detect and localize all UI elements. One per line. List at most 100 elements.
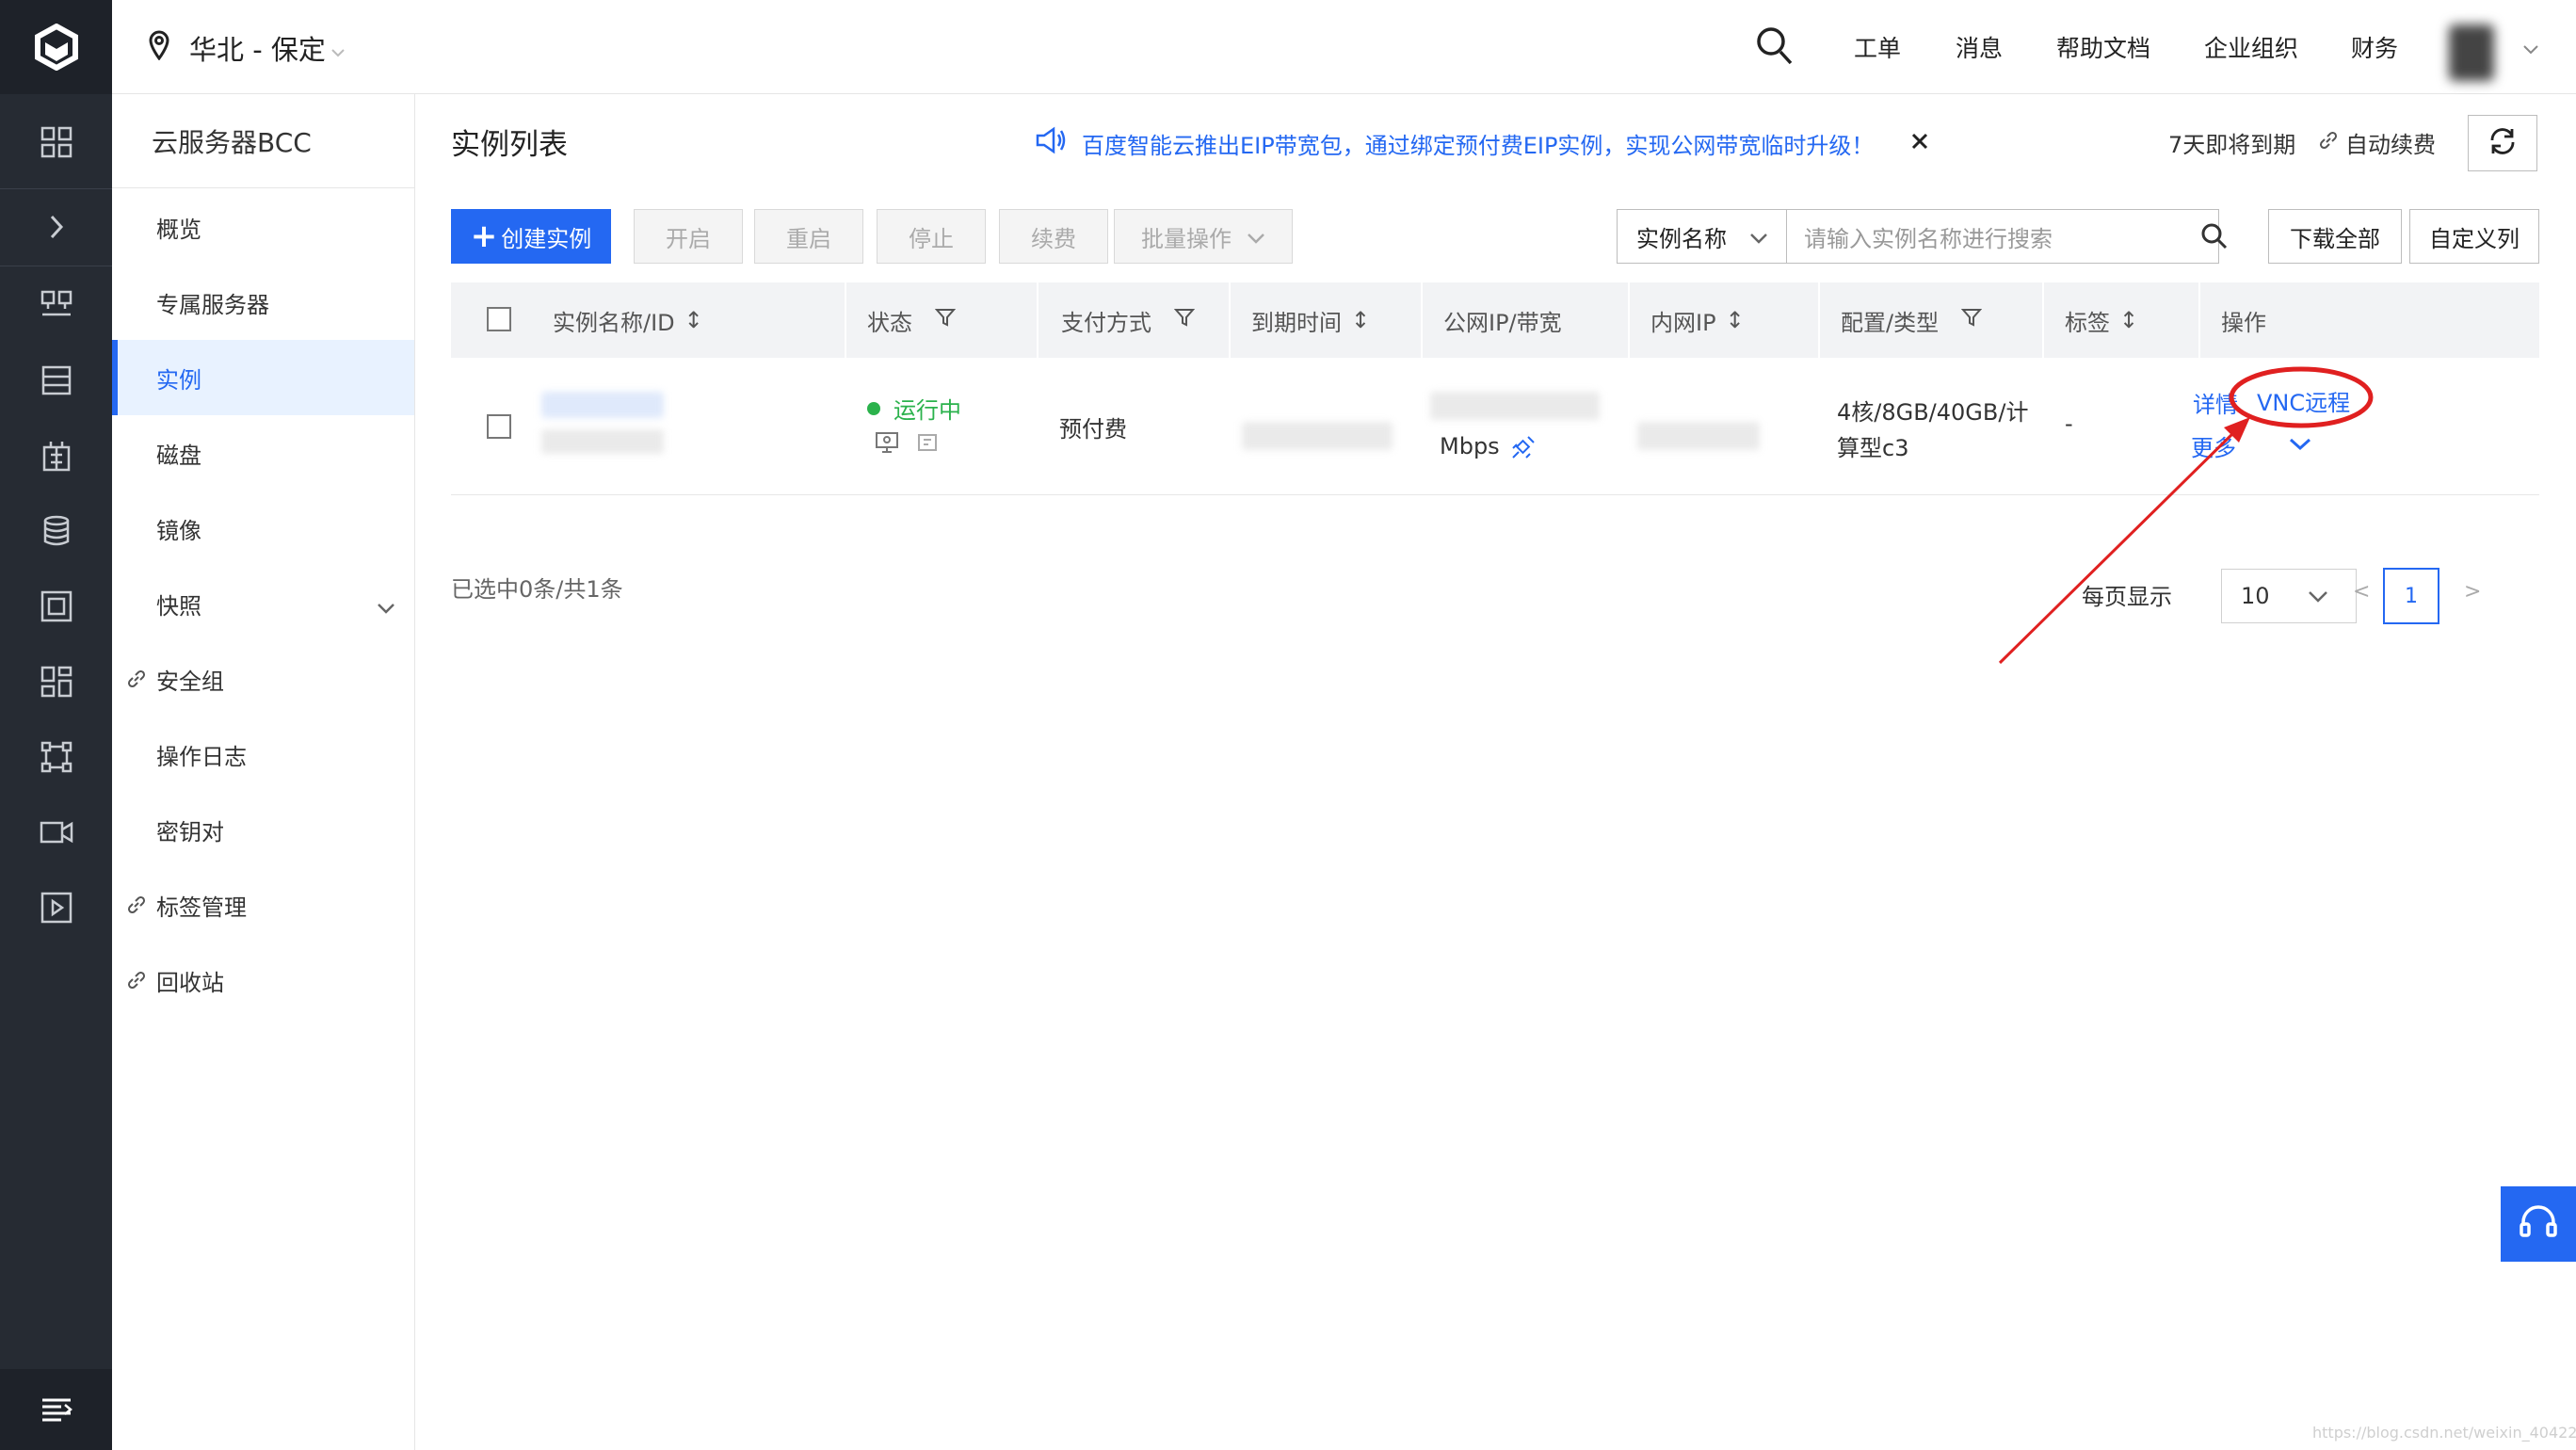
sort-icon: ↕	[1351, 307, 1371, 333]
close-icon[interactable]	[1910, 132, 1929, 154]
col-label: 配置/类型	[1841, 309, 1940, 336]
create-instance-button[interactable]: + 创建实例	[451, 209, 611, 264]
search-icon[interactable]	[2200, 222, 2229, 254]
monitor-icon[interactable]	[875, 431, 899, 458]
nav-messages[interactable]: 消息	[1956, 30, 2003, 64]
col-label: 到期时间	[1251, 309, 1342, 336]
nav-organization[interactable]: 企业组织	[2204, 30, 2298, 64]
customer-service-button[interactable]	[2501, 1186, 2576, 1262]
more-actions-link[interactable]: 更多	[2191, 429, 2236, 462]
sidebar-item-disk[interactable]: 磁盘	[112, 415, 414, 491]
sidebar-item-security-group[interactable]: 安全组	[112, 641, 414, 717]
nav-finance[interactable]: 财务	[2351, 30, 2398, 64]
col-payment[interactable]: 支付方式	[1061, 282, 1196, 358]
vnc-remote-link[interactable]: VNC远程	[2257, 384, 2350, 417]
sidebar-item-label: 快照	[156, 592, 201, 620]
frame-icon[interactable]	[36, 586, 77, 627]
batch-operation-button[interactable]: 批量操作	[1114, 209, 1293, 264]
chevron-down-icon[interactable]	[2522, 41, 2539, 59]
prev-page-button[interactable]: <	[2353, 580, 2370, 604]
sidebar-item-image[interactable]: 镜像	[112, 491, 414, 566]
announcement-text: 百度智能云推出EIP带宽包，通过绑定预付费EIP实例，实现公网带宽临时升级！	[1082, 132, 1875, 159]
search-icon[interactable]	[1756, 26, 1794, 70]
start-button[interactable]: 开启	[634, 209, 743, 264]
per-page-select[interactable]: 10	[2221, 569, 2357, 623]
modules-icon[interactable]	[36, 661, 77, 702]
select-all-checkbox[interactable]	[487, 307, 511, 331]
status-text: 运行中	[894, 397, 961, 424]
restart-button[interactable]: 重启	[754, 209, 863, 264]
col-label: 内网IP	[1650, 309, 1716, 336]
col-label: 公网IP/带宽	[1443, 309, 1562, 336]
plus-icon: +	[470, 218, 498, 255]
database-icon[interactable]	[36, 510, 77, 552]
col-internal-ip[interactable]: 内网IP ↕	[1650, 282, 1745, 358]
expand-chevron-icon[interactable]	[36, 206, 77, 248]
building-icon[interactable]	[36, 435, 77, 476]
announcement-banner[interactable]: 百度智能云推出EIP带宽包，通过绑定预付费EIP实例，实现公网带宽临时升级！	[1035, 126, 1874, 160]
collapse-menu-icon[interactable]	[0, 1369, 112, 1450]
search-field-select[interactable]: 实例名称	[1617, 209, 1786, 264]
refresh-button[interactable]	[2468, 115, 2537, 171]
sidebar-title: 云服务器BCC	[152, 127, 312, 158]
sidebar-item-overview[interactable]: 概览	[112, 189, 414, 265]
col-tag[interactable]: 标签 ↕	[2065, 282, 2138, 358]
config-line1: 4核/8GB/40GB/计	[1837, 399, 2029, 426]
col-label: 实例名称/ID	[553, 309, 675, 336]
col-expire-time[interactable]: 到期时间 ↕	[1251, 282, 1370, 358]
speaker-icon	[1035, 126, 1067, 160]
renew-button[interactable]: 续费	[999, 209, 1108, 264]
batch-operation-label: 批量操作	[1141, 225, 1232, 252]
sidebar-item-recycle-bin[interactable]: 回收站	[112, 942, 414, 1018]
chevron-down-icon[interactable]	[2289, 437, 2311, 455]
detail-link[interactable]: 详情	[2193, 386, 2238, 419]
page-1-button[interactable]: 1	[2383, 568, 2439, 624]
sort-icon: ↕	[684, 307, 703, 333]
row-checkbox[interactable]	[487, 414, 511, 439]
main-content: 实例列表 百度智能云推出EIP带宽包，通过绑定预付费EIP实例，实现公网带宽临时…	[415, 94, 2576, 1450]
auto-renew-link[interactable]: 自动续费	[2317, 126, 2436, 159]
per-page-value: 10	[2241, 583, 2270, 609]
sidebar-item-instance[interactable]: 实例	[112, 340, 414, 415]
selection-summary: 已选中0条/共1条	[451, 576, 623, 603]
col-label: 操作	[2221, 309, 2266, 336]
sidebar-item-tag-management[interactable]: 标签管理	[112, 867, 414, 942]
sidebar-item-label: 回收站	[156, 969, 224, 996]
col-label: 标签	[2065, 309, 2110, 336]
avatar[interactable]	[2441, 23, 2507, 90]
link-icon	[125, 969, 148, 997]
nav-help-docs[interactable]: 帮助文档	[2056, 30, 2150, 64]
sort-icon: ↕	[1725, 307, 1745, 333]
sidebar-item-operation-log[interactable]: 操作日志	[112, 717, 414, 792]
sidebar-item-label: 概览	[156, 216, 201, 243]
custom-columns-button[interactable]: 自定义列	[2409, 209, 2539, 264]
search-input[interactable]: 请输入实例名称进行搜索	[1786, 209, 2219, 264]
stop-button[interactable]: 停止	[877, 209, 986, 264]
headset-icon	[2518, 1203, 2559, 1245]
expiring-text[interactable]: 7天即将到期	[2168, 126, 2295, 159]
nav-ticket[interactable]: 工单	[1854, 30, 1901, 64]
satellite-icon[interactable]	[1509, 433, 1538, 465]
sidebar-item-dedicated-server[interactable]: 专属服务器	[112, 265, 414, 340]
public-ip	[1430, 392, 1600, 420]
storage-icon[interactable]	[36, 360, 77, 401]
region-selector[interactable]: 华北 - 保定	[148, 28, 345, 68]
agent-icon[interactable]	[916, 431, 941, 458]
grid-icon[interactable]	[36, 121, 77, 163]
watermark: https://blog.csdn.net/weixin_40422121	[2312, 1424, 2576, 1442]
next-page-button[interactable]: >	[2464, 580, 2481, 604]
sidebar-item-key-pair[interactable]: 密钥对	[112, 792, 414, 867]
sidebar-item-snapshot[interactable]: 快照	[112, 566, 414, 641]
logo-icon[interactable]	[0, 0, 112, 94]
col-status[interactable]: 状态	[867, 282, 957, 358]
play-icon[interactable]	[36, 887, 77, 928]
instance-name[interactable]	[541, 392, 664, 418]
chevron-down-icon	[1749, 223, 1768, 250]
server-icon[interactable]	[36, 283, 77, 325]
filter-icon	[1960, 307, 1983, 333]
col-config[interactable]: 配置/类型	[1841, 282, 1983, 358]
col-instance-name[interactable]: 实例名称/ID ↕	[553, 282, 703, 358]
video-icon[interactable]	[36, 812, 77, 853]
network-icon[interactable]	[36, 736, 77, 778]
download-all-button[interactable]: 下载全部	[2268, 209, 2402, 264]
